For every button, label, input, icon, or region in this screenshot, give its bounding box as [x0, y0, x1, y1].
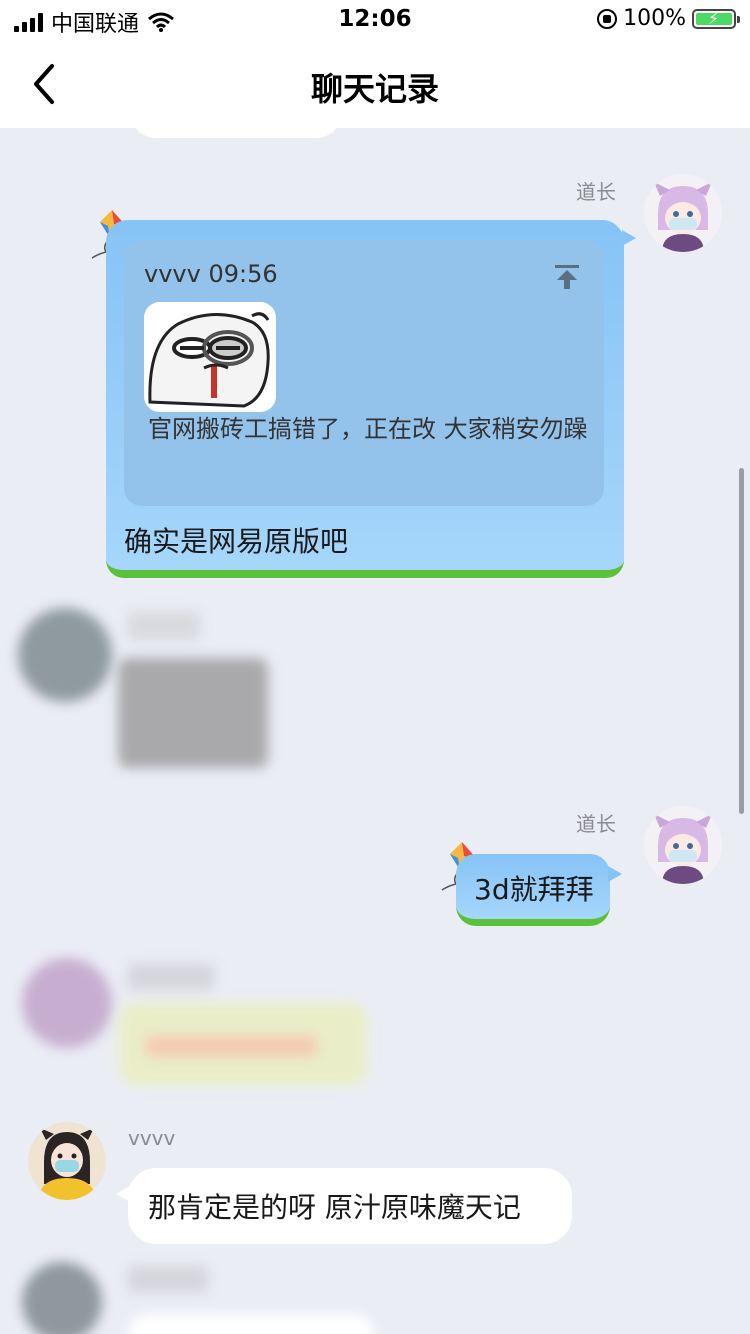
quoted-message[interactable]: vvvv 09:56 官网搬砖工搞错了，正在改 大家稍安勿躁: [124, 240, 604, 506]
avatar[interactable]: [644, 174, 722, 252]
quoted-text: 官网搬砖工搞错了，正在改 大家稍安勿躁: [148, 415, 588, 443]
scrollbar[interactable]: [739, 468, 744, 814]
avatar[interactable]: [644, 806, 722, 884]
received-message-bubble[interactable]: 那肯定是的呀 原汁原味魔天记: [116, 1168, 572, 1244]
message-text: 3d就拜拜: [474, 873, 594, 906]
blurred-avatar: [22, 1262, 102, 1334]
blurred-sender-name: [128, 1266, 208, 1292]
sent-message-bubble[interactable]: 3d就拜拜: [456, 854, 622, 926]
blurred-sender-name: [128, 612, 200, 640]
blurred-avatar: [18, 608, 112, 702]
sticker-image[interactable]: [144, 302, 276, 412]
blurred-message-text: [146, 1036, 316, 1056]
status-bar: 中国联通 12:06 100% ⚡: [0, 0, 750, 40]
message-text: 那肯定是的呀 原汁原味魔天记: [148, 1191, 521, 1224]
battery-icon: ⚡: [692, 8, 740, 29]
chat-history[interactable]: 道长 vvvv 09:56 官网搬砖工搞错了，正在改 大家稍安勿躁 确实是网易原…: [0, 128, 750, 1334]
message-text: 确实是网易原版吧: [124, 525, 349, 558]
avatar[interactable]: [28, 1122, 106, 1200]
battery-percent: 100%: [623, 6, 686, 31]
sent-reply-bubble[interactable]: vvvv 09:56 官网搬砖工搞错了，正在改 大家稍安勿躁 确实是网易原版吧: [106, 220, 636, 578]
blurred-sender-name: [128, 964, 214, 990]
page-title: 聊天记录: [310, 70, 439, 108]
orientation-lock-icon: [597, 8, 618, 29]
quote-meta: vvvv 09:56: [144, 260, 278, 288]
nav-bar: 聊天记录: [0, 40, 750, 128]
blurred-message-bubble: [128, 1314, 374, 1334]
sender-name: 道长: [576, 812, 616, 836]
blurred-image: [118, 658, 268, 768]
blurred-avatar: [22, 958, 112, 1048]
jump-to-top-icon[interactable]: [554, 264, 580, 290]
sender-name: 道长: [576, 180, 616, 204]
sender-name: vvvv: [128, 1126, 176, 1150]
previous-message-bubble: [130, 128, 342, 138]
